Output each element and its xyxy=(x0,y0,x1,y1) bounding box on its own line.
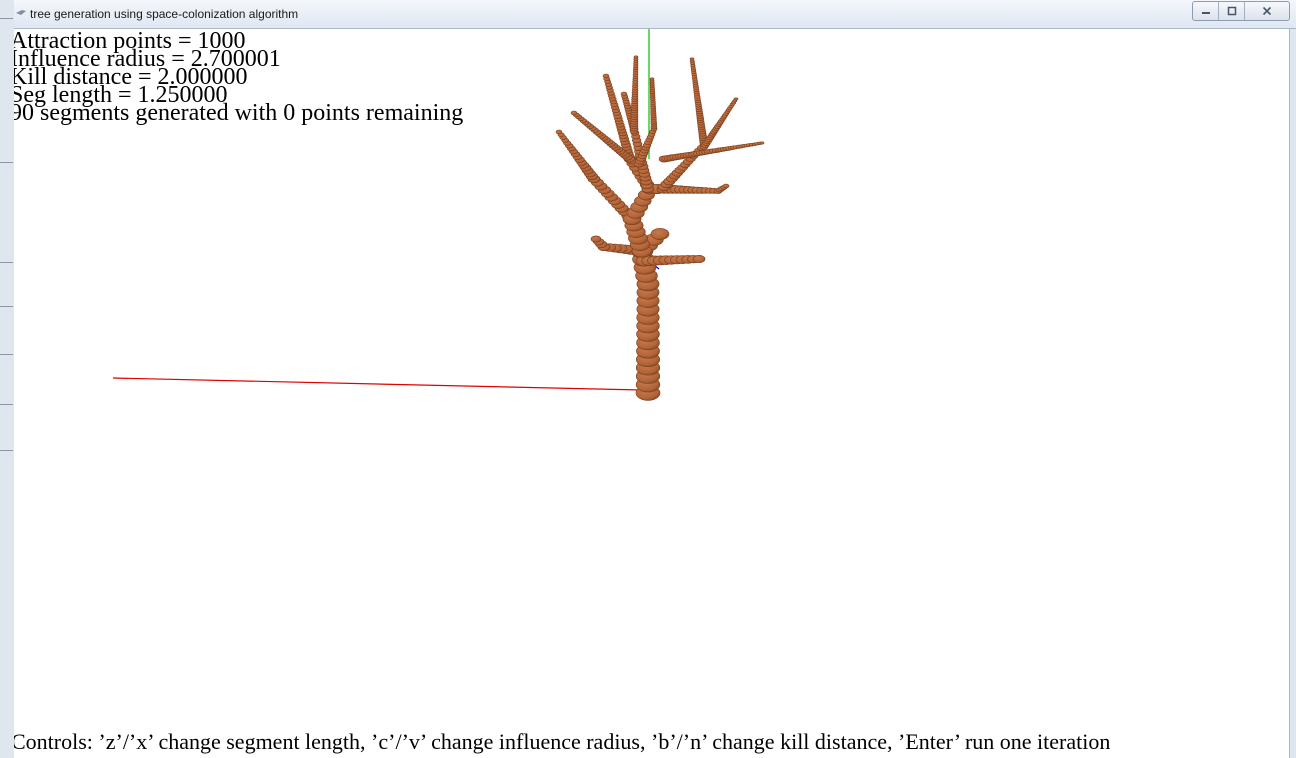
segments-status-label: 90 segments generated with 0 points rema… xyxy=(14,100,464,126)
tree-segment xyxy=(555,129,563,135)
window-controls xyxy=(1192,1,1290,21)
tree-segment xyxy=(570,110,578,116)
tree-segment xyxy=(692,255,706,264)
controls-hint: Controls: ’z’/’x’ change segment length,… xyxy=(14,729,1111,754)
tree-segment xyxy=(633,55,639,59)
close-button[interactable] xyxy=(1245,2,1289,20)
app-window: tree generation using space-colonization… xyxy=(0,0,1296,758)
tree-segment xyxy=(733,97,739,101)
x-axis-line xyxy=(112,377,641,391)
tree-segment xyxy=(689,57,695,61)
tree-segment xyxy=(620,91,628,97)
window-title: tree generation using space-colonization… xyxy=(30,7,299,21)
close-icon xyxy=(1262,6,1272,16)
minimize-button[interactable] xyxy=(1193,2,1219,20)
tree-segment xyxy=(649,77,655,81)
tree-model xyxy=(555,55,765,401)
tree-segment xyxy=(650,228,670,240)
maximize-icon xyxy=(1227,6,1236,16)
title-bar[interactable]: tree generation using space-colonization… xyxy=(14,0,1296,29)
render-viewport[interactable]: Attraction points = 1000 Influence radiu… xyxy=(14,29,1289,758)
tree-scene[interactable] xyxy=(14,29,1289,758)
tree-segment xyxy=(722,183,730,189)
window-right-border xyxy=(1289,29,1296,758)
tree-segment xyxy=(602,73,610,79)
app-icon xyxy=(16,10,26,15)
maximize-button[interactable] xyxy=(1219,2,1245,20)
tree-segment xyxy=(759,141,765,145)
minimize-icon xyxy=(1201,12,1210,14)
tree-segment xyxy=(590,235,602,243)
